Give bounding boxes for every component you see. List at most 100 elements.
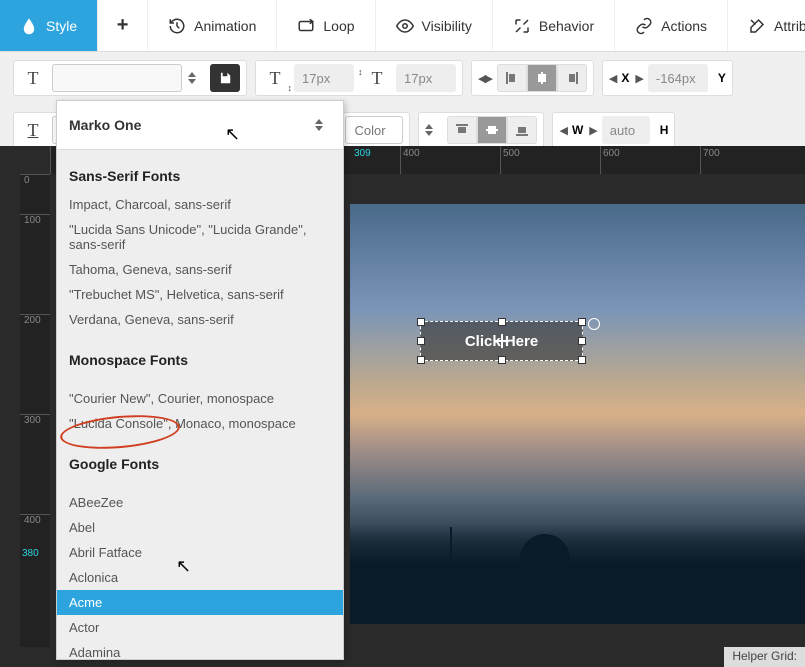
font-selected-label: Marko One [69,117,141,133]
x-input[interactable] [648,64,708,92]
align-left-button[interactable] [497,64,527,92]
font-item[interactable]: Adamina [69,640,331,660]
tab-loop[interactable]: Loop [277,0,375,51]
resize-handle[interactable] [417,337,425,345]
h-align-group[interactable] [497,64,587,92]
font-item[interactable]: Impact, Charcoal, sans-serif [69,192,331,217]
tools-icon [748,17,766,35]
v-align-stepper[interactable] [425,116,441,144]
tab-attributes[interactable]: Attribu [728,0,805,51]
align-bottom-button[interactable] [507,116,537,144]
align-center-button[interactable] [527,64,557,92]
selected-element[interactable]: Click Here [420,321,583,361]
align-bottom-icon [515,123,529,137]
chevron-l-icon: ◀ [559,124,565,137]
tab-label: Attribu [774,18,805,34]
align-left-icon [505,71,519,85]
v-align-group[interactable] [447,116,537,144]
font-dropdown-stepper[interactable] [315,111,331,139]
tab-behavior[interactable]: Behavior [493,0,615,51]
droplet-icon [20,17,38,35]
move-handle-icon[interactable] [495,334,509,348]
text-underline-icon: T [20,117,46,143]
plus-icon: + [117,14,129,37]
line-height-icon: T↕ [364,65,390,91]
rotate-handle[interactable] [588,318,600,330]
tab-label: Animation [194,18,256,34]
ruler-tick: 300 [20,414,50,514]
tab-animation[interactable]: Animation [148,0,277,51]
tab-add[interactable]: + [98,0,148,51]
align-right-button[interactable] [557,64,587,92]
text-icon: T [20,65,46,91]
tab-label: Visibility [422,18,472,34]
align-top-button[interactable] [447,116,477,144]
width-input[interactable] [602,116,650,144]
font-item[interactable]: Tahoma, Geneva, sans-serif [69,257,331,282]
expand-icon [513,17,531,35]
color-input[interactable] [345,116,403,144]
tab-actions[interactable]: Actions [615,0,728,51]
ruler-tick: 700 [700,146,800,174]
tab-label: Actions [661,18,707,34]
font-item-highlighted[interactable]: Acme [57,590,343,615]
font-item[interactable]: Verdana, Geneva, sans-serif [69,307,331,332]
tab-label: Behavior [539,18,594,34]
resize-handle[interactable] [417,356,425,364]
cursor-icon: ↖ [176,556,191,577]
font-item[interactable]: "Trebuchet MS", Helvetica, sans-serif [69,282,331,307]
ruler-tick: 400 [400,146,500,174]
eye-icon [396,17,414,35]
font-item[interactable]: ABeeZee [69,490,331,515]
font-item[interactable]: "Lucida Sans Unicode", "Lucida Grande", … [69,217,331,257]
font-item[interactable]: "Lucida Console", Monaco, monospace [69,411,331,436]
align-center-icon [535,71,549,85]
ruler-tick: 400 [20,514,50,614]
ruler-tick: 200 [20,314,50,414]
statusbar: Helper Grid: [724,647,805,667]
align-top-icon [455,123,469,137]
font-item[interactable]: Abel [69,515,331,540]
chevron-r-icon: ▶ [589,124,595,137]
status-helper-grid: Helper Grid: [732,649,797,663]
x-label: X [621,71,629,85]
ruler-vertical[interactable]: 0 100 200 300 400 [20,174,50,647]
floppy-icon [218,71,232,85]
tab-visibility[interactable]: Visibility [376,0,493,51]
font-size-icon: T↕ [262,65,288,91]
resize-handle[interactable] [417,318,425,326]
scene-skyline [350,524,805,624]
chevron-l-icon: ◀ [609,72,615,85]
font-item[interactable]: Actor [69,615,331,640]
tab-style[interactable]: Style [0,0,98,51]
font-heading-google: Google Fonts [69,456,331,472]
ruler-tick: 500 [500,146,600,174]
font-name-stepper[interactable] [188,64,204,92]
resize-handle[interactable] [578,356,586,364]
chevron-r-icon: ▶ [635,72,641,85]
tab-label: Loop [323,18,354,34]
align-middle-icon [485,123,499,137]
font-item[interactable]: Aclonica [69,565,331,590]
resize-handle[interactable] [498,318,506,326]
font-dropdown-selected[interactable]: Marko One [57,101,343,150]
tab-label: Style [46,18,77,34]
ruler-tick: 100 [20,214,50,314]
canvas-scene[interactable] [350,204,805,624]
font-size-input[interactable] [294,64,354,92]
font-item[interactable]: Abril Fatface [69,540,331,565]
line-height-input[interactable] [396,64,456,92]
font-name-input[interactable] [52,64,182,92]
resize-handle[interactable] [578,318,586,326]
resize-handle[interactable] [498,356,506,364]
font-item[interactable]: "Courier New", Courier, monospace [69,386,331,411]
font-dropdown[interactable]: Marko One Sans-Serif Fonts Impact, Charc… [56,100,344,660]
align-middle-button[interactable] [477,116,507,144]
loop-icon [297,17,315,35]
ruler-tick: 0 [20,174,50,214]
save-button[interactable] [210,64,240,92]
font-heading-sans: Sans-Serif Fonts [69,168,331,184]
resize-handle[interactable] [578,337,586,345]
ruler-h-marker: 309 [354,148,371,159]
align-right-icon [565,71,579,85]
